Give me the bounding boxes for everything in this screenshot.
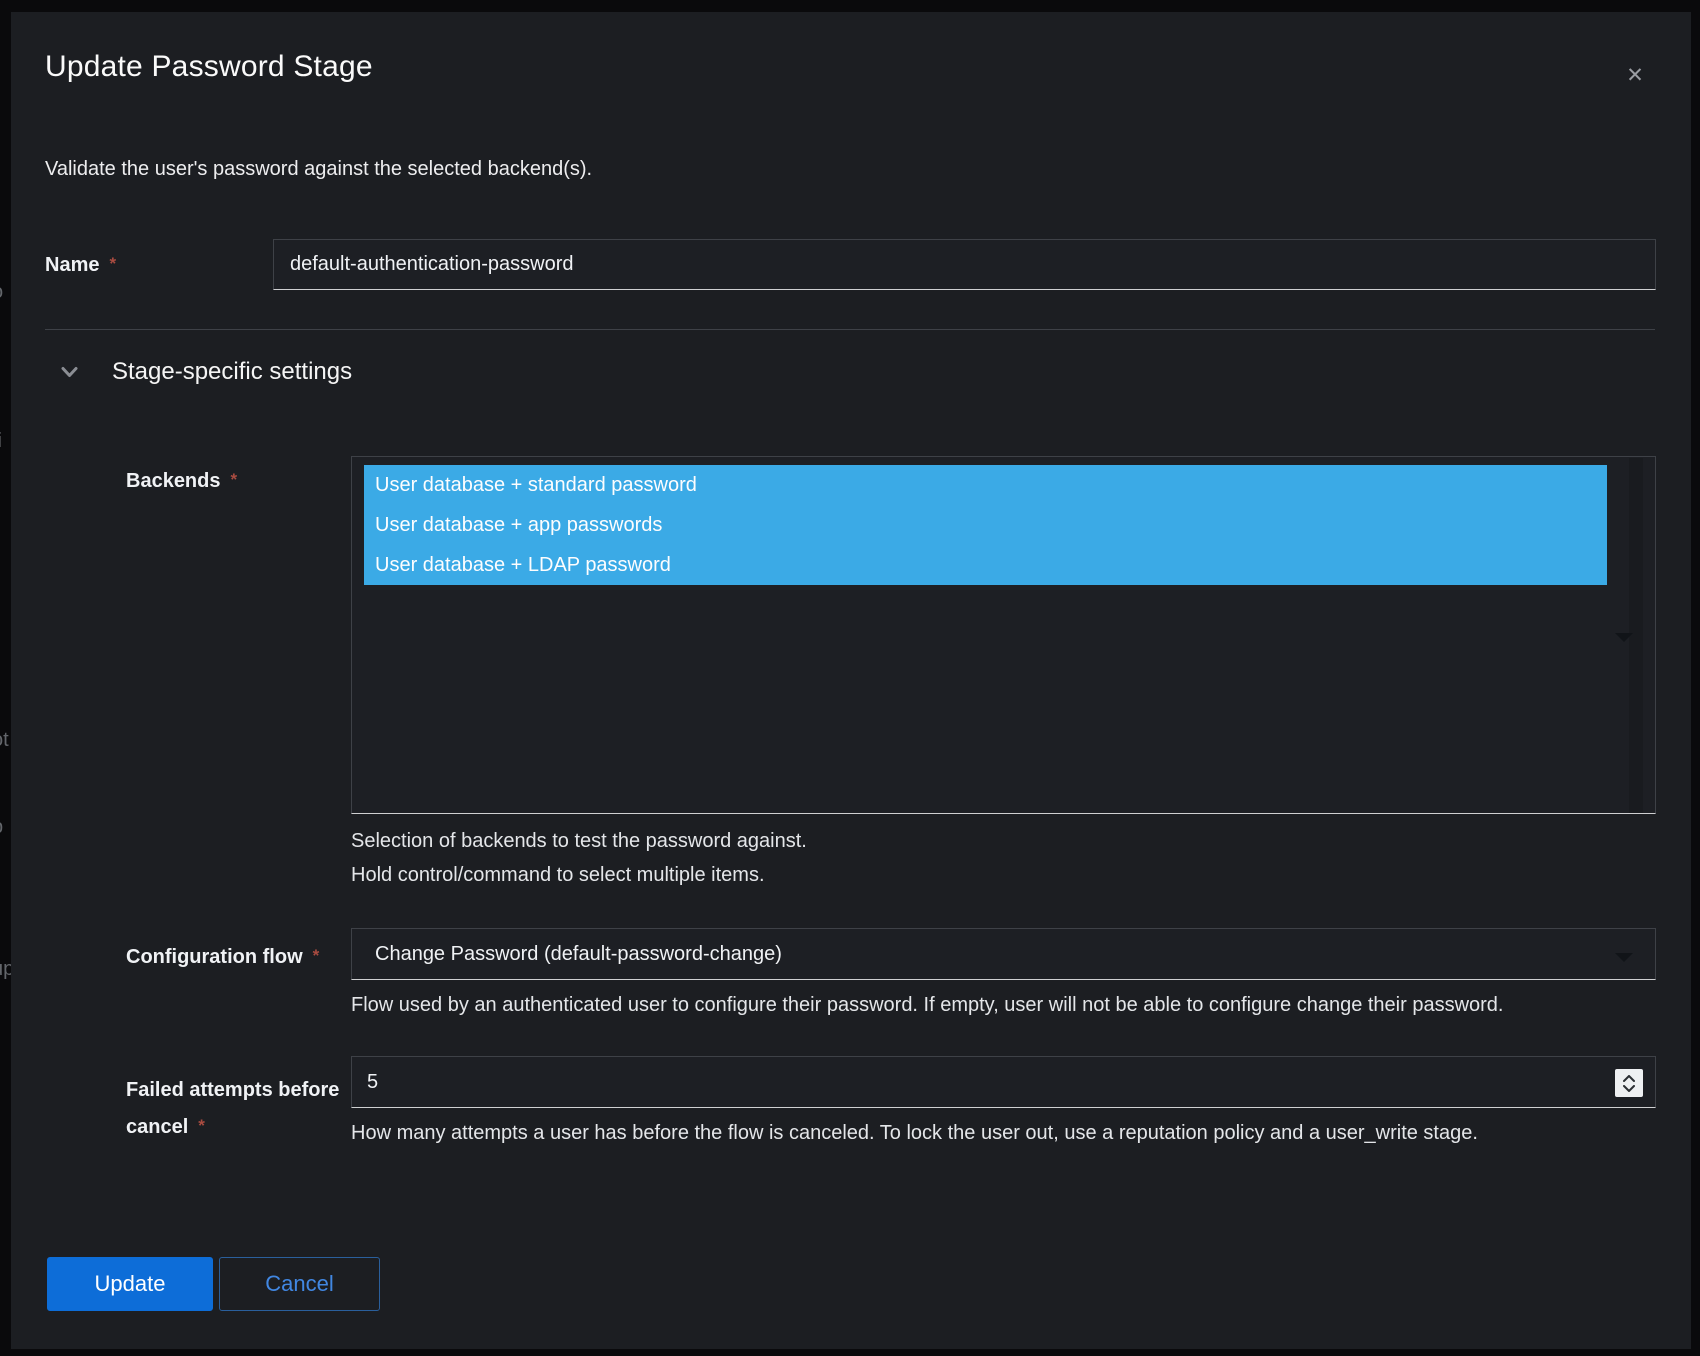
background-text-fragment: p (0, 816, 11, 839)
cancel-button[interactable]: Cancel (219, 1257, 380, 1311)
configuration-flow-select[interactable]: Change Password (default-password-change… (351, 928, 1656, 980)
update-button[interactable]: Update (47, 1257, 213, 1311)
required-asterisk: * (109, 254, 116, 273)
caret-down-icon (1615, 633, 1633, 642)
close-icon[interactable]: ✕ (1621, 62, 1649, 90)
failed-attempts-value: 5 (367, 1071, 378, 1094)
backends-option-selected[interactable]: User database + standard password (364, 465, 1607, 505)
name-label: Name* (45, 254, 116, 277)
caret-down-icon (1615, 953, 1633, 962)
background-text-fragment: ot (0, 729, 11, 752)
chevron-down-icon (1623, 1085, 1635, 1092)
required-asterisk: * (231, 470, 238, 489)
update-password-stage-modal: Update Password Stage ✕ Validate the use… (11, 12, 1691, 1349)
failed-attempts-label: Failed attempts before cancel* (126, 1072, 366, 1145)
chevron-up-icon (1623, 1075, 1635, 1082)
backends-option-selected[interactable]: User database + LDAP password (364, 545, 1607, 585)
chevron-down-icon (61, 366, 78, 378)
divider (45, 329, 1655, 330)
configuration-flow-value: Change Password (default-password-change… (375, 943, 782, 966)
backends-multiselect[interactable]: User database + standard password User d… (351, 456, 1656, 814)
required-asterisk: * (313, 946, 320, 965)
backdrop-left-strip: o ti ot p up (0, 0, 11, 1356)
failed-attempts-input[interactable]: 5 (351, 1056, 1656, 1108)
stage-specific-settings-toggle[interactable]: Stage-specific settings (61, 358, 352, 386)
modal-title: Update Password Stage (45, 50, 373, 84)
number-stepper[interactable] (1615, 1069, 1643, 1097)
backends-help-line1: Selection of backends to test the passwo… (351, 830, 807, 853)
backends-help-line2: Hold control/command to select multiple … (351, 864, 765, 887)
modal-description: Validate the user's password against the… (45, 158, 592, 181)
background-text-fragment: ti (0, 430, 11, 453)
backends-option-selected[interactable]: User database + app passwords (364, 505, 1607, 545)
configuration-flow-label: Configuration flow* (126, 946, 319, 969)
screen: o ti ot p up Update Password Stage ✕ Val… (0, 0, 1700, 1356)
required-asterisk: * (198, 1116, 205, 1135)
configuration-flow-help: Flow used by an authenticated user to co… (351, 994, 1504, 1017)
failed-attempts-help: How many attempts a user has before the … (351, 1122, 1478, 1145)
background-text-fragment: o (0, 281, 11, 304)
backends-label: Backends* (126, 470, 237, 493)
section-title: Stage-specific settings (112, 358, 352, 386)
name-input[interactable] (273, 239, 1656, 290)
background-text-fragment: up (0, 958, 11, 981)
